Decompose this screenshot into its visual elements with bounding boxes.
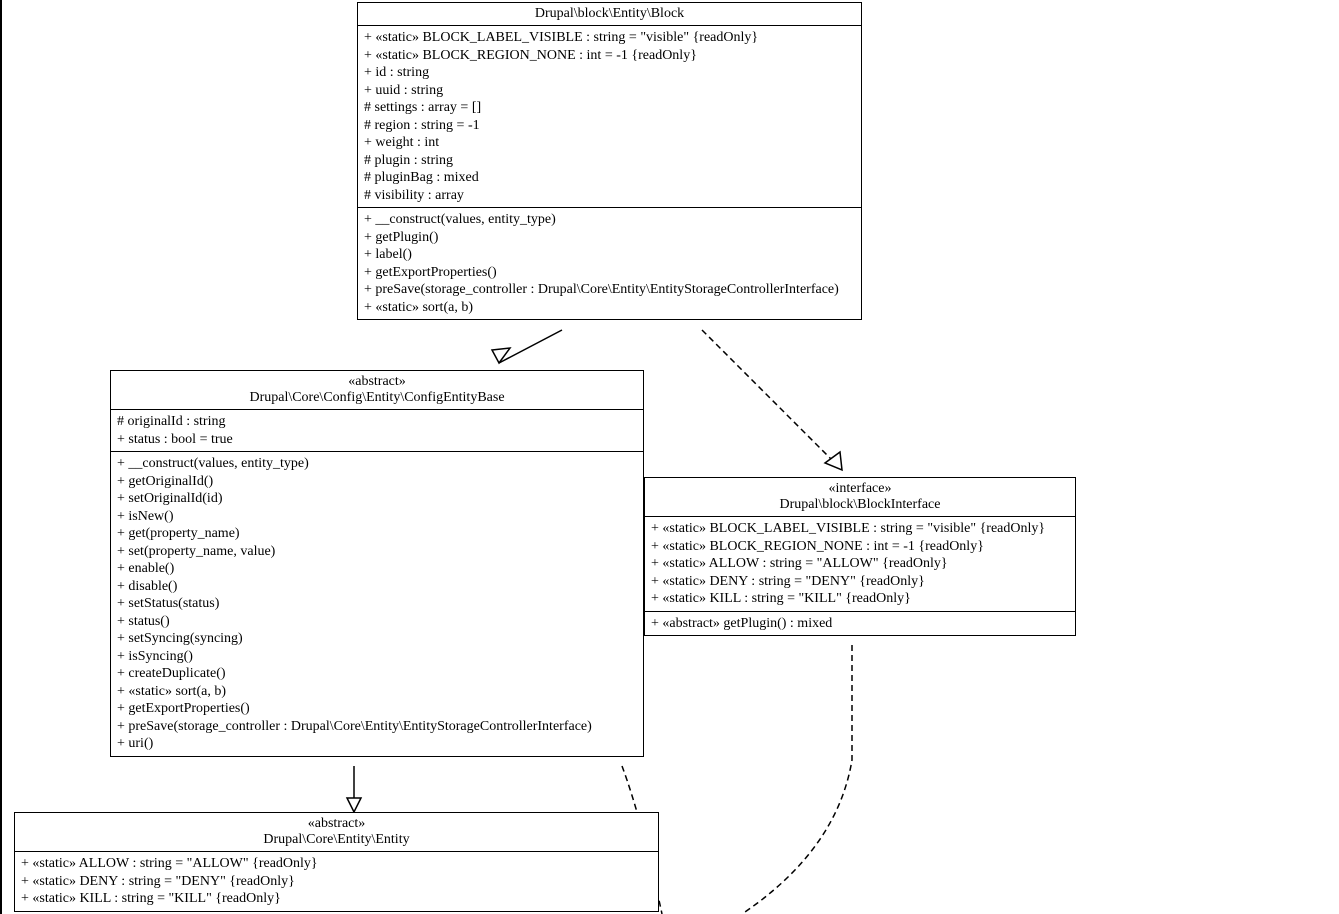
attr-row: + id : string [364,64,855,82]
op-row: + isNew() [117,508,637,526]
class-name: Drupal\Core\Config\Entity\ConfigEntityBa… [117,390,637,406]
attr-row: + «static» ALLOW : string = "ALLOW" {rea… [651,555,1069,573]
uml-class-block: Drupal\block\Entity\Block + «static» BLO… [357,2,862,320]
op-row: + setSyncing(syncing) [117,630,637,648]
op-row: + uri() [117,735,637,753]
attr-row: + «static» BLOCK_LABEL_VISIBLE : string … [651,520,1069,538]
op-row: + «static» sort(a, b) [117,683,637,701]
attr-row: + «static» DENY : string = "DENY" {readO… [21,873,652,891]
attr-row: + «static» DENY : string = "DENY" {readO… [651,573,1069,591]
attr-row: # region : string = -1 [364,117,855,135]
op-row: + «static» sort(a, b) [364,299,855,317]
class-title: «abstract» Drupal\Core\Config\Entity\Con… [111,371,643,410]
attr-row: + «static» KILL : string = "KILL" {readO… [651,590,1069,608]
op-row: + isSyncing() [117,648,637,666]
attributes-section: + «static» ALLOW : string = "ALLOW" {rea… [15,852,658,911]
op-row: + getExportProperties() [364,264,855,282]
attr-row: # settings : array = [] [364,99,855,117]
attributes-section: # originalId : string + status : bool = … [111,410,643,452]
op-row: + getExportProperties() [117,700,637,718]
attr-row: # originalId : string [117,413,637,431]
operations-section: + __construct(values, entity_type) + get… [358,208,861,319]
attr-row: + status : bool = true [117,431,637,449]
attr-row: # visibility : array [364,187,855,205]
class-title: Drupal\block\Entity\Block [358,3,861,26]
op-row: + getPlugin() [364,229,855,247]
attr-row: # pluginBag : mixed [364,169,855,187]
uml-class-block-interface: «interface» Drupal\block\BlockInterface … [644,477,1076,636]
attributes-section: + «static» BLOCK_LABEL_VISIBLE : string … [645,517,1075,612]
op-row: + get(property_name) [117,525,637,543]
attr-row: # plugin : string [364,152,855,170]
operations-section: + «abstract» getPlugin() : mixed [645,612,1075,636]
uml-class-config-entity-base: «abstract» Drupal\Core\Config\Entity\Con… [110,370,644,757]
stereotype: «abstract» [117,374,637,390]
class-title: «interface» Drupal\block\BlockInterface [645,478,1075,517]
op-row: + status() [117,613,637,631]
attr-row: + «static» BLOCK_LABEL_VISIBLE : string … [364,29,855,47]
class-name: Drupal\block\BlockInterface [651,497,1069,513]
class-name: Drupal\Core\Entity\Entity [21,832,652,848]
op-row: + __construct(values, entity_type) [117,455,637,473]
stereotype: «interface» [651,481,1069,497]
op-row: + createDuplicate() [117,665,637,683]
class-name: Drupal\block\Entity\Block [535,6,684,21]
op-row: + setStatus(status) [117,595,637,613]
op-row: + setOriginalId(id) [117,490,637,508]
op-row: + preSave(storage_controller : Drupal\Co… [364,281,855,299]
attr-row: + «static» BLOCK_REGION_NONE : int = -1 … [364,47,855,65]
op-row: + enable() [117,560,637,578]
uml-class-entity: «abstract» Drupal\Core\Entity\Entity + «… [14,812,659,912]
attr-row: + «static» BLOCK_REGION_NONE : int = -1 … [651,538,1069,556]
attr-row: + «static» ALLOW : string = "ALLOW" {rea… [21,855,652,873]
op-row: + preSave(storage_controller : Drupal\Co… [117,718,637,736]
op-row: + «abstract» getPlugin() : mixed [651,615,1069,633]
op-row: + __construct(values, entity_type) [364,211,855,229]
attributes-section: + «static» BLOCK_LABEL_VISIBLE : string … [358,26,861,208]
stereotype: «abstract» [21,816,652,832]
operations-section: + __construct(values, entity_type) + get… [111,452,643,756]
op-row: + label() [364,246,855,264]
attr-row: + «static» KILL : string = "KILL" {readO… [21,890,652,908]
op-row: + getOriginalId() [117,473,637,491]
op-row: + set(property_name, value) [117,543,637,561]
attr-row: + uuid : string [364,82,855,100]
op-row: + disable() [117,578,637,596]
attr-row: + weight : int [364,134,855,152]
class-title: «abstract» Drupal\Core\Entity\Entity [15,813,658,852]
